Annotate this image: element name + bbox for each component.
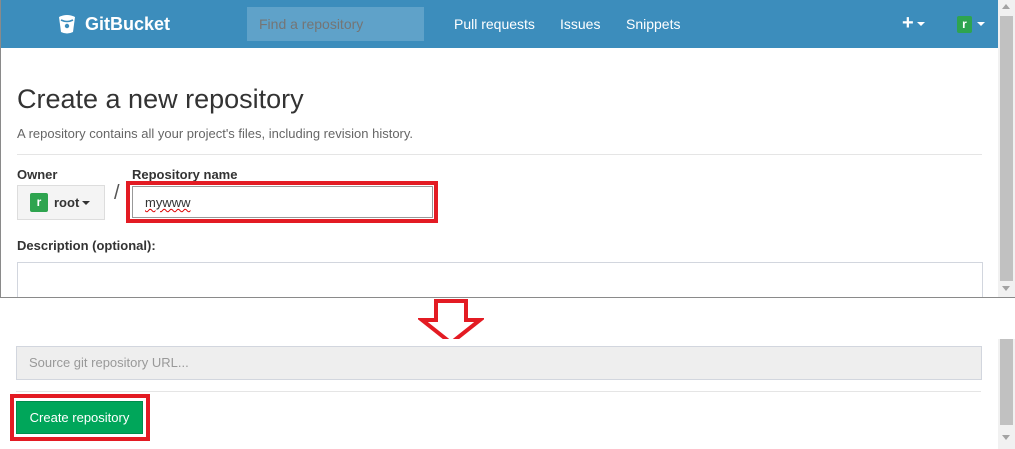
new-menu-button[interactable]: + bbox=[902, 13, 925, 33]
scrollbar[interactable] bbox=[998, 0, 1015, 297]
repository-name-input[interactable]: mywww bbox=[132, 186, 433, 218]
nav-pull-requests[interactable]: Pull requests bbox=[454, 16, 535, 32]
owner-name: root bbox=[54, 195, 80, 210]
repository-name-label: Repository name bbox=[132, 167, 238, 182]
plus-icon: + bbox=[902, 12, 914, 34]
navbar: GitBucket Pull requests Issues Snippets … bbox=[1, 0, 999, 48]
page-subtitle: A repository contains all your project's… bbox=[17, 126, 414, 141]
brand[interactable]: GitBucket bbox=[57, 10, 170, 38]
scroll-up-icon[interactable] bbox=[1002, 4, 1010, 9]
screenshot-bottom: Source git repository URL... Create repo… bbox=[0, 339, 1015, 449]
chevron-down-icon[interactable] bbox=[977, 22, 985, 26]
scrollbar-thumb[interactable] bbox=[1000, 339, 1013, 425]
gitbucket-logo-icon bbox=[59, 15, 75, 34]
owner-label: Owner bbox=[17, 167, 58, 182]
divider bbox=[17, 154, 982, 155]
scroll-down-icon[interactable] bbox=[1002, 286, 1010, 291]
scroll-down-icon[interactable] bbox=[1002, 435, 1010, 440]
screenshot-top: GitBucket Pull requests Issues Snippets … bbox=[0, 0, 1015, 298]
scrollbar-thumb[interactable] bbox=[1000, 16, 1013, 281]
chevron-down-icon bbox=[82, 200, 91, 205]
create-repository-button[interactable]: Create repository bbox=[16, 401, 143, 434]
brand-name: GitBucket bbox=[85, 13, 171, 34]
nav-snippets[interactable]: Snippets bbox=[626, 16, 680, 32]
description-input[interactable] bbox=[17, 262, 983, 297]
user-avatar[interactable]: r bbox=[957, 16, 972, 33]
chevron-down-icon bbox=[916, 21, 925, 26]
owner-repo-separator: / bbox=[114, 182, 120, 204]
owner-dropdown[interactable]: r root bbox=[17, 185, 105, 220]
divider bbox=[16, 391, 981, 392]
search-input[interactable] bbox=[247, 7, 424, 41]
nav-issues[interactable]: Issues bbox=[560, 16, 600, 32]
owner-avatar: r bbox=[30, 193, 48, 212]
source-url-input[interactable]: Source git repository URL... bbox=[16, 346, 982, 380]
repository-name-value: mywww bbox=[145, 195, 191, 210]
page-title: Create a new repository bbox=[17, 84, 304, 114]
scrollbar[interactable] bbox=[998, 339, 1015, 449]
description-label: Description (optional): bbox=[17, 238, 156, 253]
